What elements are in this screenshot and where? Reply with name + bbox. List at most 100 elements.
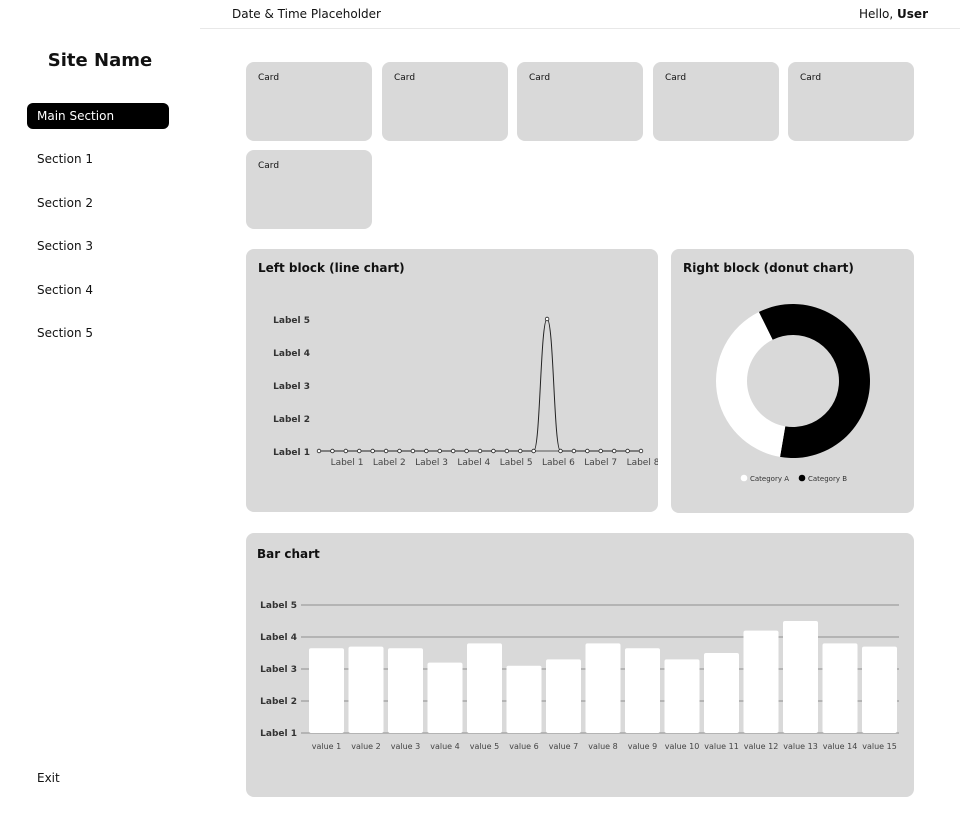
x-tick-label: Label 6 — [542, 458, 575, 468]
y-tick-label: Label 1 — [260, 729, 297, 739]
bar-chart: Label 1 Label 2 Label 3 Label 4 Label 5 value… — [260, 601, 899, 751]
bar — [309, 648, 344, 733]
x-tick-label: Label 5 — [500, 458, 533, 468]
x-tick-label: Label 4 — [457, 458, 490, 468]
x-tick-label: value 6 — [509, 742, 538, 751]
bar — [427, 662, 463, 733]
sidebar-item-section-5[interactable]: Section 5 — [27, 320, 169, 346]
line-point — [611, 448, 617, 454]
line-point — [383, 448, 389, 454]
datetime-text: Date & Time Placeholder — [232, 7, 381, 21]
x-tick-label: value 14 — [823, 742, 858, 751]
bar — [467, 643, 502, 733]
sidebar-item-section-1[interactable]: Section 1 — [27, 146, 169, 172]
line-point — [504, 448, 510, 454]
sidebar-item-main-section[interactable]: Main Section — [27, 103, 169, 129]
exit-link[interactable]: Exit — [37, 771, 60, 785]
x-tick-label: value 9 — [628, 742, 657, 751]
line-series — [318, 318, 641, 452]
line-point — [330, 448, 335, 454]
header: Date & Time Placeholder Hello, User — [200, 0, 960, 29]
x-tick-label: value 8 — [588, 742, 617, 751]
card[interactable]: Card — [653, 62, 779, 141]
bar — [862, 646, 897, 733]
line-point — [585, 448, 590, 454]
greeting-text: Hello, — [858, 7, 894, 21]
x-tick-label: Label 2 — [373, 458, 406, 468]
x-tick-label: value 3 — [391, 742, 420, 751]
y-tick-label: Label 5 — [260, 601, 297, 611]
user-name: User — [897, 7, 928, 21]
x-tick-label: Label 7 — [584, 458, 617, 468]
y-tick-label: Label 2 — [273, 415, 310, 425]
bar — [506, 665, 542, 733]
card-label: Card — [665, 73, 687, 83]
bar — [546, 659, 581, 733]
line-point — [357, 448, 362, 454]
x-tick-label: value 7 — [549, 742, 578, 751]
card-label: Card — [800, 73, 822, 83]
sidebar: Site Name Main Section Section 1 Section… — [0, 0, 200, 830]
sidebar-item-section-3[interactable]: Section 3 — [27, 233, 169, 259]
y-tick-label: Label 2 — [260, 697, 297, 707]
bar — [664, 659, 700, 733]
card-label: Card — [258, 73, 280, 83]
card-label: Card — [529, 73, 551, 83]
line-point — [625, 448, 630, 454]
line-point — [437, 448, 442, 454]
line-chart-panel: Left block (line chart) Label 1 Label 2 La… — [246, 249, 658, 512]
y-tick-label: Label 4 — [260, 633, 297, 643]
line-point — [316, 448, 322, 454]
bar-chart-panel: Bar chart Label 1 Label 2 Label 3 Label 4 La… — [246, 533, 914, 797]
sidebar-item-section-4[interactable]: Section 4 — [27, 277, 169, 303]
card[interactable]: Card — [246, 62, 372, 141]
x-tick-label: value 10 — [665, 742, 700, 751]
line-point — [397, 448, 402, 454]
donut-chart-panel: Right block (donut chart) Category A Cate… — [671, 249, 914, 513]
line-point — [424, 448, 429, 454]
x-tick-label: value 11 — [704, 742, 739, 751]
bar — [704, 653, 739, 733]
card[interactable]: Card — [246, 150, 372, 229]
line-point — [410, 448, 416, 454]
line-point — [370, 448, 375, 454]
line-point — [343, 448, 349, 454]
line-point — [598, 448, 603, 454]
donut-chart: Category A Category B — [716, 304, 870, 483]
card[interactable]: Card — [382, 62, 508, 141]
bar — [348, 646, 384, 733]
bar — [743, 630, 779, 733]
card[interactable]: Card — [517, 62, 643, 141]
line-point — [464, 448, 469, 454]
site-name: Site Name — [47, 50, 153, 71]
bar — [822, 643, 858, 733]
legend-swatch — [798, 474, 806, 482]
x-tick-label: value 1 — [312, 742, 341, 751]
x-tick-label: value 5 — [470, 742, 499, 751]
line-point — [491, 448, 496, 454]
x-tick-label: value 15 — [862, 742, 897, 751]
x-tick-label: value 4 — [430, 742, 459, 751]
x-tick-label: Label 3 — [415, 458, 448, 468]
line-point — [531, 448, 536, 454]
y-tick-label: Label 4 — [273, 349, 310, 359]
sidebar-item-section-2[interactable]: Section 2 — [27, 190, 169, 216]
x-tick-label: value 12 — [744, 742, 779, 751]
line-point — [518, 448, 523, 454]
bar — [585, 643, 621, 733]
line-chart: Label 1 Label 2 Label 3 Label 4 Label 5 Label… — [273, 316, 658, 468]
x-tick-label: value 13 — [783, 742, 818, 751]
legend-swatch — [740, 474, 748, 482]
x-tick-label: Label 1 — [331, 458, 364, 468]
line-point — [638, 448, 644, 454]
line-point — [544, 316, 550, 322]
card[interactable]: Card — [788, 62, 914, 141]
bar — [625, 648, 660, 733]
line-point — [477, 448, 483, 454]
x-tick-label: Label 8 — [627, 458, 658, 468]
legend-label: Category B — [808, 475, 847, 483]
y-tick-label: Label 3 — [273, 382, 310, 392]
line-point — [558, 448, 563, 454]
greeting: Hello, User — [859, 7, 928, 21]
legend-label: Category A — [750, 475, 789, 483]
